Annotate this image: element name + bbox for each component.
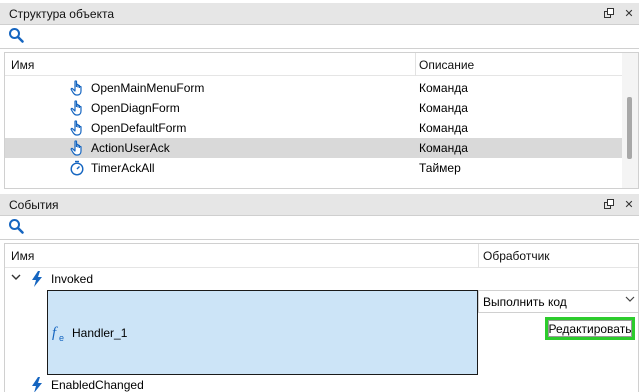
event-row-enabledchanged[interactable]: EnabledChanged [5,375,638,392]
object-row-name: OpenDefaultForm [91,121,187,135]
object-row-description: Команда [419,141,468,155]
svg-text:f: f [52,325,58,341]
event-name: EnabledChanged [51,378,144,392]
object-row-name: ActionUserAck [91,141,170,155]
column-header-name[interactable]: Имя [11,249,34,263]
scroll-thumb[interactable] [627,97,632,159]
object-row-name: OpenMainMenuForm [91,81,205,95]
object-row-description: Команда [419,81,468,95]
float-window-icon[interactable] [603,197,615,211]
object-row-description: Таймер [419,161,461,175]
handler-action-value: Выполнить код [483,294,567,309]
object-row-description: Команда [419,121,468,135]
hand-pointer-icon [69,120,85,136]
handler-action-select[interactable]: Выполнить код [478,290,638,313]
hand-pointer-icon [69,140,85,156]
stopwatch-icon [69,160,85,176]
lightning-bolt-icon [31,271,43,287]
search-icon [8,218,24,237]
close-panel-icon[interactable]: ✕ [623,197,635,211]
object-search-row [0,25,639,49]
event-row-invoked[interactable]: Invoked [5,269,638,289]
object-row-description: Команда [419,101,468,115]
edit-handler-button[interactable]: Редактировать [545,317,635,340]
handler-name: Handler_1 [72,326,128,340]
events-search-row [0,216,639,240]
search-icon [8,27,24,46]
object-row[interactable]: ActionUserAck Команда [5,138,624,158]
lightning-bolt-icon [31,377,43,392]
svg-text:e: e [59,333,64,342]
object-table-scrollbar[interactable] [622,53,638,188]
object-structure-header: Структура объекта ✕ [0,3,639,25]
close-panel-icon[interactable]: ✕ [623,6,635,20]
object-row-name: OpenDiagnForm [91,101,180,115]
object-table-header: Имя Описание [5,53,638,76]
object-row-name: TimerAckAll [91,161,155,175]
hand-pointer-icon [69,80,85,96]
events-table-header: Имя Обработчик [5,244,638,268]
handler-row[interactable]: f e Handler_1 [47,290,478,375]
chevron-down-icon[interactable] [11,272,21,285]
float-window-icon[interactable] [603,6,615,20]
column-header-description[interactable]: Описание [419,58,474,72]
events-title: События [9,197,59,212]
object-search-input[interactable] [30,27,630,47]
object-row[interactable]: TimerAckAll Таймер [5,158,624,178]
event-name: Invoked [51,272,94,286]
function-icon: f e [52,324,68,345]
events-table: Имя Обработчик Invoked f e Handler_1 Вып… [4,243,639,392]
column-header-name[interactable]: Имя [11,58,34,72]
object-row[interactable]: OpenDefaultForm Команда [5,118,624,138]
events-search-input[interactable] [30,218,630,238]
object-structure-title: Структура объекта [9,6,115,21]
object-table: Имя Описание OpenMainMenuForm Команда Open… [4,52,639,189]
object-row[interactable]: OpenDiagnForm Команда [5,98,624,118]
chevron-down-icon[interactable] [625,294,635,307]
edit-handler-label: Редактировать [548,321,632,336]
object-row[interactable]: OpenMainMenuForm Команда [5,78,624,98]
column-header-handler[interactable]: Обработчик [483,249,550,263]
events-header: События ✕ [0,194,639,216]
hand-pointer-icon [69,100,85,116]
